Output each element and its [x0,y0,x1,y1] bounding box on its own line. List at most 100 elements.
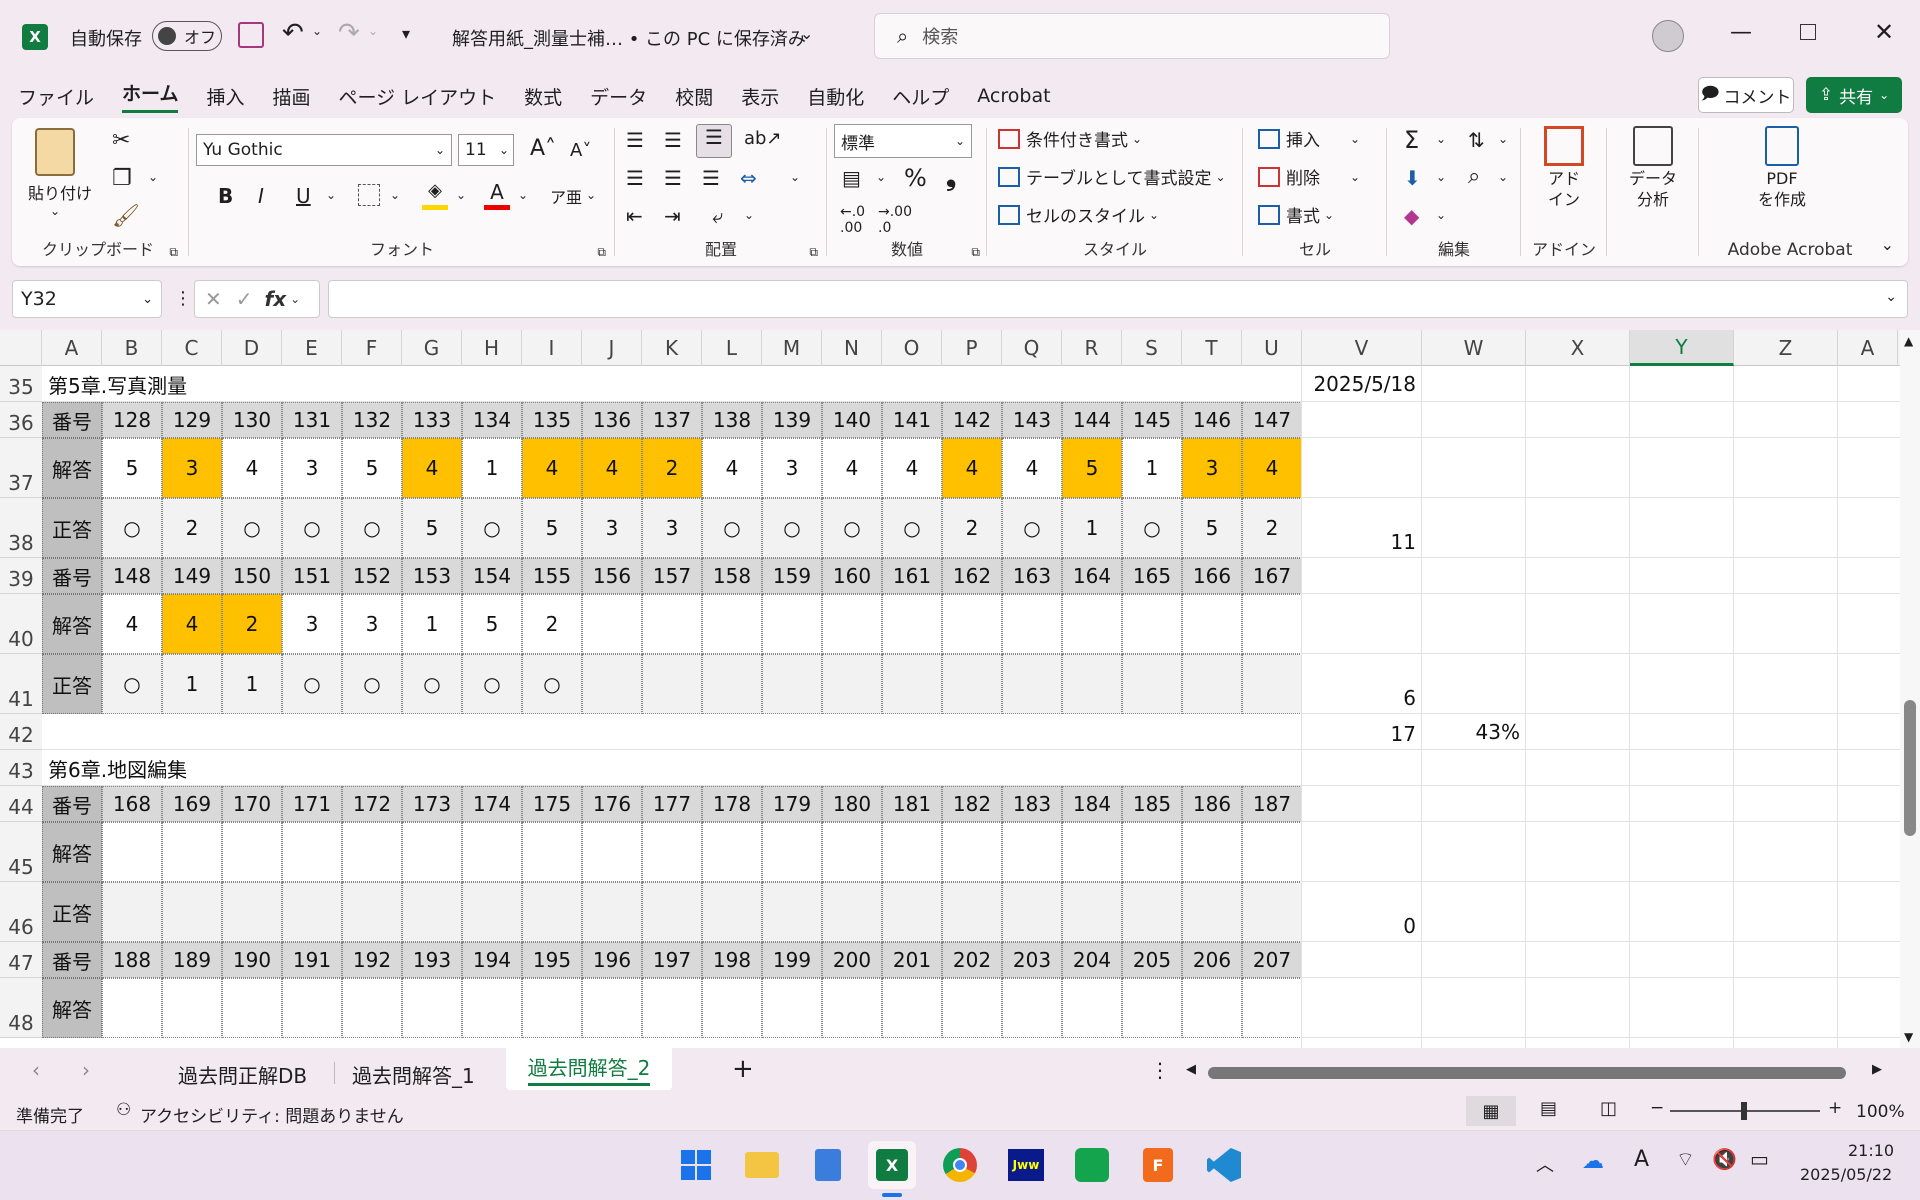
correct-answer-cell[interactable] [582,882,642,942]
question-number-cell[interactable]: 135 [522,402,582,438]
correct-answer-cell[interactable]: ○ [222,498,282,558]
question-number-cell[interactable]: 186 [1182,786,1242,822]
answer-cell[interactable]: 5 [102,438,162,498]
column-header-e[interactable]: E [282,330,342,366]
correct-answer-cell[interactable]: 1 [162,654,222,714]
cut-icon[interactable]: ✂ [112,128,130,153]
score-cell[interactable]: 17 [1302,714,1422,750]
share-button[interactable]: ⇪ 共有 ⌄ [1806,77,1902,113]
row-header-37[interactable]: 37 [0,438,42,498]
correct-answer-cell[interactable]: ○ [882,498,942,558]
question-number-cell[interactable]: 145 [1122,402,1182,438]
question-number-cell[interactable]: 204 [1062,942,1122,978]
correct-answer-cell[interactable]: ○ [462,654,522,714]
correct-answer-cell[interactable] [1182,654,1242,714]
row-header-39[interactable]: 39 [0,558,42,594]
correct-answer-cell[interactable] [1062,882,1122,942]
correct-answer-cell[interactable]: 2 [1242,498,1302,558]
answer-cell[interactable]: 4 [1242,438,1302,498]
enter-icon[interactable]: ✓ [236,287,253,311]
page-break-view-icon[interactable]: ◫ [1600,1098,1617,1119]
zoom-slider[interactable] [1670,1102,1820,1120]
notepad-icon[interactable] [804,1141,852,1189]
answer-cell[interactable]: 4 [882,438,942,498]
question-number-cell[interactable]: 152 [342,558,402,594]
answer-cell[interactable] [462,822,522,882]
column-header-y[interactable]: Y [1630,330,1734,366]
answer-cell[interactable] [162,822,222,882]
answer-cell[interactable]: 4 [822,438,882,498]
correct-answer-cell[interactable] [1002,882,1062,942]
answer-cell[interactable]: 2 [222,594,282,654]
answer-cell[interactable] [402,978,462,1038]
question-number-cell[interactable]: 164 [1062,558,1122,594]
name-box[interactable]: Y32 ⌄ [12,280,162,318]
worksheet-grid[interactable]: ABCDEFGHIJKLMNOPQRSTUVWXYZA 35 第5章.写真測量 20… [0,330,1920,1048]
autosum-icon[interactable]: Σ [1404,126,1419,154]
answer-cell[interactable] [1122,594,1182,654]
correct-answer-cell[interactable] [282,882,342,942]
answer-cell[interactable] [1002,978,1062,1038]
increase-decimal-icon[interactable]: ←.0.00 [840,204,865,236]
question-number-cell[interactable]: 183 [1002,786,1062,822]
expand-formula-icon[interactable]: ⌄ [1885,289,1897,305]
wrap-dropdown-icon[interactable]: ⌄ [744,208,754,222]
correct-answer-cell[interactable] [942,882,1002,942]
question-number-cell[interactable]: 166 [1182,558,1242,594]
correct-answer-cell[interactable]: ○ [762,498,822,558]
question-number-cell[interactable]: 151 [282,558,342,594]
answer-cell[interactable] [1122,822,1182,882]
question-number-cell[interactable]: 138 [702,402,762,438]
question-number-cell[interactable]: 193 [402,942,462,978]
wifi-icon[interactable]: ⌔ [1676,1147,1695,1172]
insert-function-icon[interactable]: fx [265,287,287,311]
answer-cell[interactable]: 3 [1182,438,1242,498]
scroll-down-icon[interactable]: ▼ [1904,1030,1913,1044]
answer-cell[interactable]: 3 [282,438,342,498]
italic-icon[interactable]: I [258,184,264,208]
tab-insert[interactable]: 挿入 [192,74,258,118]
correct-answer-cell[interactable] [162,882,222,942]
question-number-cell[interactable]: 185 [1122,786,1182,822]
question-number-cell[interactable]: 155 [522,558,582,594]
question-number-cell[interactable]: 159 [762,558,822,594]
phonetic-icon[interactable]: ア亜 [550,184,582,208]
column-header-h[interactable]: H [462,330,522,366]
underline-dropdown-icon[interactable]: ⌄ [326,188,336,202]
question-number-cell[interactable]: 189 [162,942,222,978]
question-number-cell[interactable]: 191 [282,942,342,978]
answer-cell[interactable] [822,822,882,882]
accessibility-status[interactable]: アクセシビリティ: 問題ありません [140,1102,404,1127]
tab-draw[interactable]: 描画 [258,74,324,118]
font-color-icon[interactable]: A [484,180,510,210]
question-number-cell[interactable]: 176 [582,786,642,822]
question-number-cell[interactable]: 140 [822,402,882,438]
copy-icon[interactable]: ❐ [112,166,132,191]
clear-dropdown-icon[interactable]: ⌄ [1436,208,1446,222]
question-number-cell[interactable]: 206 [1182,942,1242,978]
answer-cell[interactable] [942,822,1002,882]
minimize-icon[interactable]: — [1730,20,1752,45]
undo-dropdown-icon[interactable]: ⌄ [312,24,322,38]
phonetic-dropdown-icon[interactable]: ⌄ [586,188,596,202]
sort-filter-icon[interactable]: ⇅ [1468,128,1485,152]
column-header-n[interactable]: N [822,330,882,366]
correct-answer-cell[interactable] [1122,654,1182,714]
answer-cell[interactable] [642,978,702,1038]
answer-cell[interactable] [762,594,822,654]
column-header-g[interactable]: G [402,330,462,366]
answer-cell[interactable]: 3 [762,438,822,498]
correct-answer-cell[interactable]: 2 [162,498,222,558]
volume-muted-icon[interactable]: 🔇 [1712,1147,1737,1171]
answer-cell[interactable]: 1 [1122,438,1182,498]
redo-dropdown-icon[interactable]: ⌄ [368,24,378,38]
correct-answer-cell[interactable] [822,654,882,714]
answer-cell[interactable] [222,978,282,1038]
answer-cell[interactable] [702,594,762,654]
question-number-cell[interactable]: 153 [402,558,462,594]
column-header-f[interactable]: F [342,330,402,366]
correct-answer-cell[interactable]: 3 [582,498,642,558]
chrome-icon[interactable] [936,1141,984,1189]
row-header-42[interactable]: 42 [0,714,42,750]
percent-icon[interactable]: % [904,164,927,192]
